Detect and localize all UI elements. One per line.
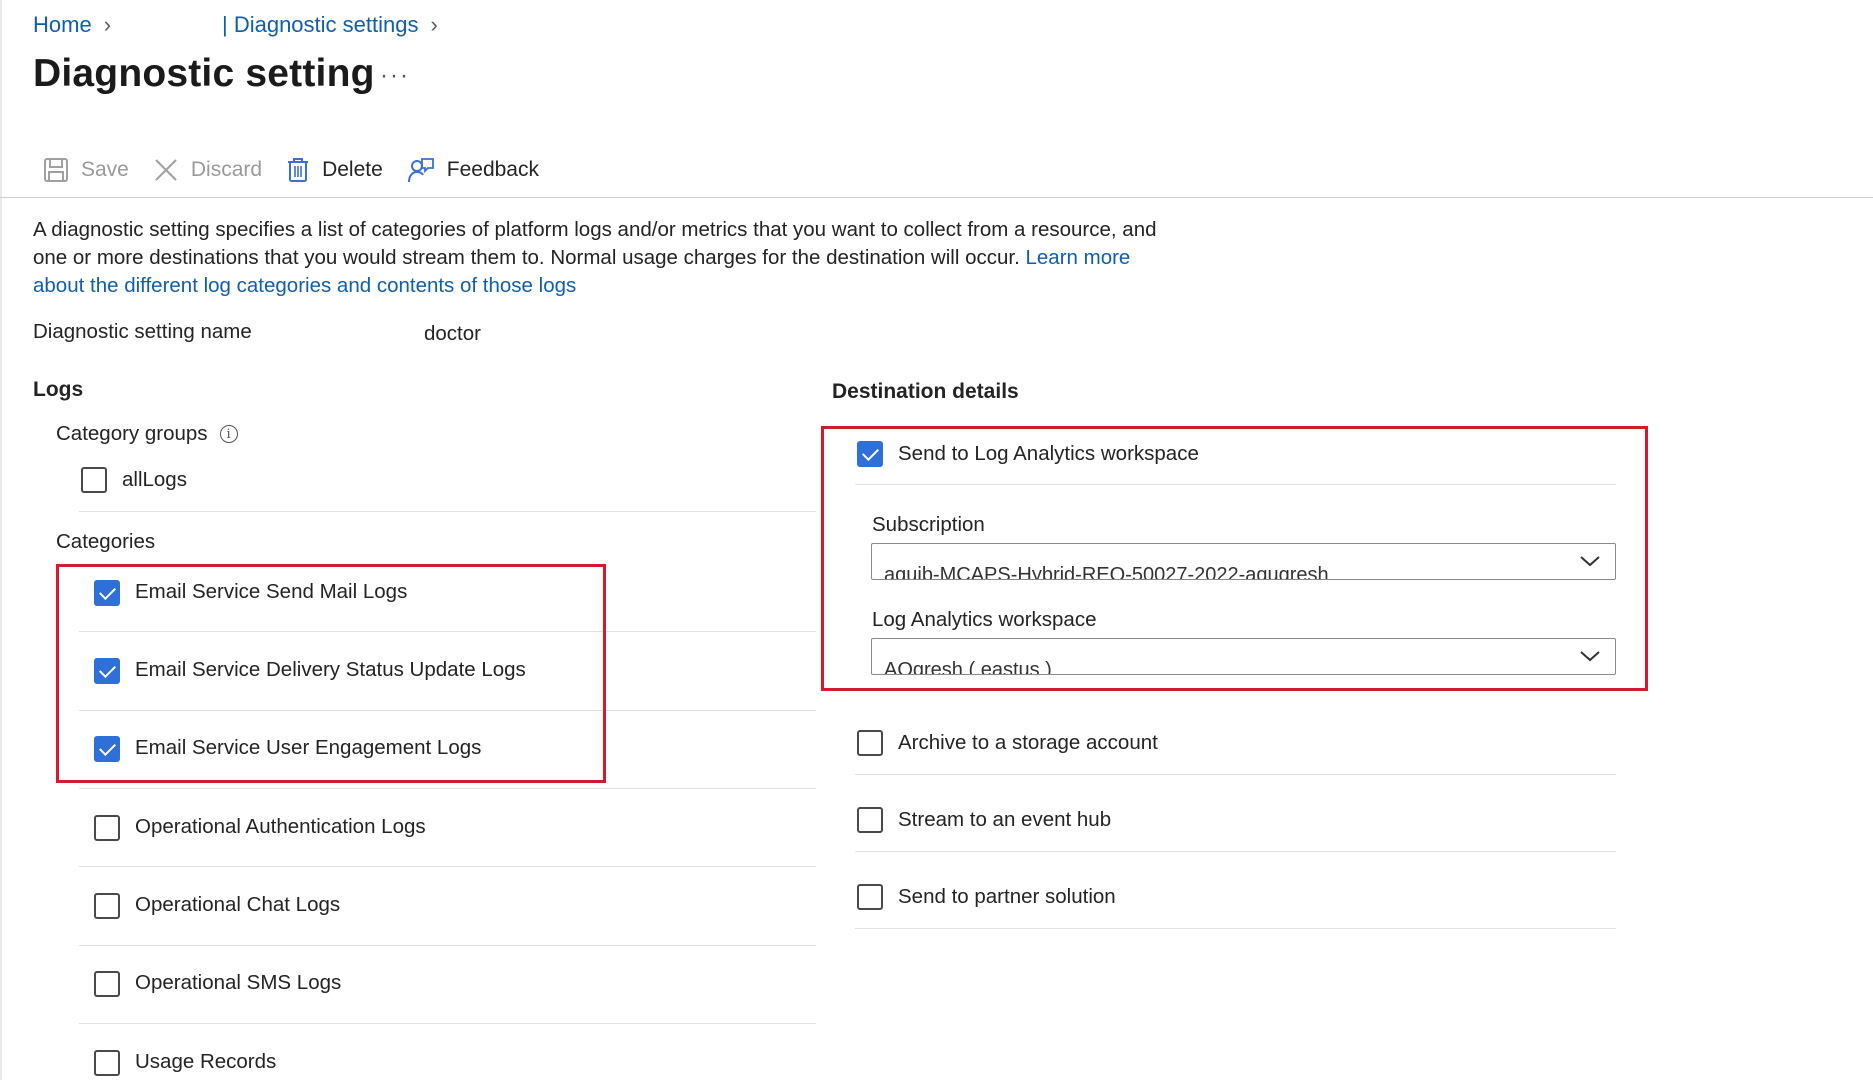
- delete-button[interactable]: Delete: [286, 152, 383, 188]
- feedback-button[interactable]: Feedback: [407, 152, 539, 188]
- feedback-label: Feedback: [446, 158, 539, 181]
- breadcrumb-diagnostic-settings[interactable]: | Diagnostic settings: [222, 12, 418, 38]
- setting-name-value: doctor: [424, 322, 481, 345]
- highlight-box-email-categories: [56, 564, 606, 783]
- checkbox-usage-records[interactable]: [94, 1050, 120, 1076]
- logs-heading: Logs: [33, 378, 84, 401]
- category-label: Usage Records: [135, 1050, 277, 1073]
- chevron-right-icon: ›: [103, 12, 112, 37]
- category-groups-label-row: Category groups i: [56, 422, 238, 446]
- alllogs-label: allLogs: [122, 468, 187, 491]
- divider: [79, 1023, 816, 1024]
- category-label: Operational Authentication Logs: [135, 815, 426, 838]
- destination-label: Send to partner solution: [898, 885, 1116, 908]
- divider: [79, 866, 816, 867]
- chevron-down-icon: [1579, 647, 1601, 670]
- checkbox-send-log-analytics[interactable]: [857, 441, 883, 467]
- category-label: Operational Chat Logs: [135, 893, 341, 916]
- discard-button[interactable]: Discard: [153, 152, 262, 188]
- workspace-label: Log Analytics workspace: [872, 608, 1097, 631]
- destination-label: Archive to a storage account: [898, 731, 1158, 754]
- checkbox-operational-authentication-logs[interactable]: [94, 815, 120, 841]
- divider: [79, 945, 816, 946]
- chevron-right-icon: ›: [430, 12, 438, 37]
- checkbox-partner-solution[interactable]: [857, 884, 883, 910]
- discard-label: Discard: [190, 158, 263, 181]
- checkbox-stream-event-hub[interactable]: [857, 807, 883, 833]
- checkbox-operational-chat-logs[interactable]: [94, 893, 120, 919]
- subscription-label: Subscription: [872, 513, 985, 536]
- destination-heading: Destination details: [832, 380, 1019, 403]
- divider: [855, 928, 1616, 929]
- save-icon: [43, 157, 69, 183]
- setting-name-label: Diagnostic setting name: [33, 320, 252, 343]
- subscription-value: aquib-MCAPS-Hybrid-REQ-50027-2022-aquqre…: [884, 564, 1329, 580]
- more-options-button[interactable]: ···: [380, 62, 410, 90]
- send-log-analytics-label: Send to Log Analytics workspace: [898, 442, 1199, 465]
- toolbar: Save Discard Delete Feedback: [43, 152, 563, 188]
- feedback-icon: [407, 156, 435, 184]
- category-label: Operational SMS Logs: [135, 971, 342, 994]
- divider: [855, 851, 1616, 852]
- trash-icon: [286, 157, 310, 183]
- description: A diagnostic setting specifies a list of…: [33, 216, 1173, 300]
- workspace-dropdown[interactable]: AQqresh ( eastus ): [871, 638, 1616, 675]
- categories-label: Categories: [56, 530, 156, 553]
- subscription-dropdown[interactable]: aquib-MCAPS-Hybrid-REQ-50027-2022-aquqre…: [871, 543, 1616, 580]
- delete-label: Delete: [322, 158, 383, 181]
- divider: [79, 511, 816, 512]
- page-title: Diagnostic setting: [33, 52, 375, 95]
- checkbox-alllogs[interactable]: [81, 467, 107, 493]
- checkbox-archive-storage[interactable]: [857, 730, 883, 756]
- breadcrumb-home[interactable]: Home: [33, 12, 92, 38]
- divider: [79, 788, 816, 789]
- workspace-value: AQqresh ( eastus ): [884, 659, 1052, 675]
- breadcrumb: Home ›: [33, 12, 111, 38]
- close-icon: [153, 157, 179, 183]
- destination-label: Stream to an event hub: [898, 808, 1112, 831]
- checkbox-operational-sms-logs[interactable]: [94, 971, 120, 997]
- toolbar-divider: [0, 197, 1873, 198]
- save-button[interactable]: Save: [43, 152, 129, 188]
- breadcrumb-second: | Diagnostic settings ›: [222, 12, 438, 38]
- divider: [855, 774, 1616, 775]
- description-text: A diagnostic setting specifies a list of…: [33, 218, 1157, 269]
- info-icon[interactable]: i: [219, 425, 238, 443]
- left-edge-rule: [0, 0, 2, 1080]
- chevron-down-icon: [1579, 552, 1601, 575]
- save-label: Save: [81, 158, 129, 181]
- category-groups-label: Category groups: [56, 422, 208, 445]
- divider: [855, 484, 1616, 485]
